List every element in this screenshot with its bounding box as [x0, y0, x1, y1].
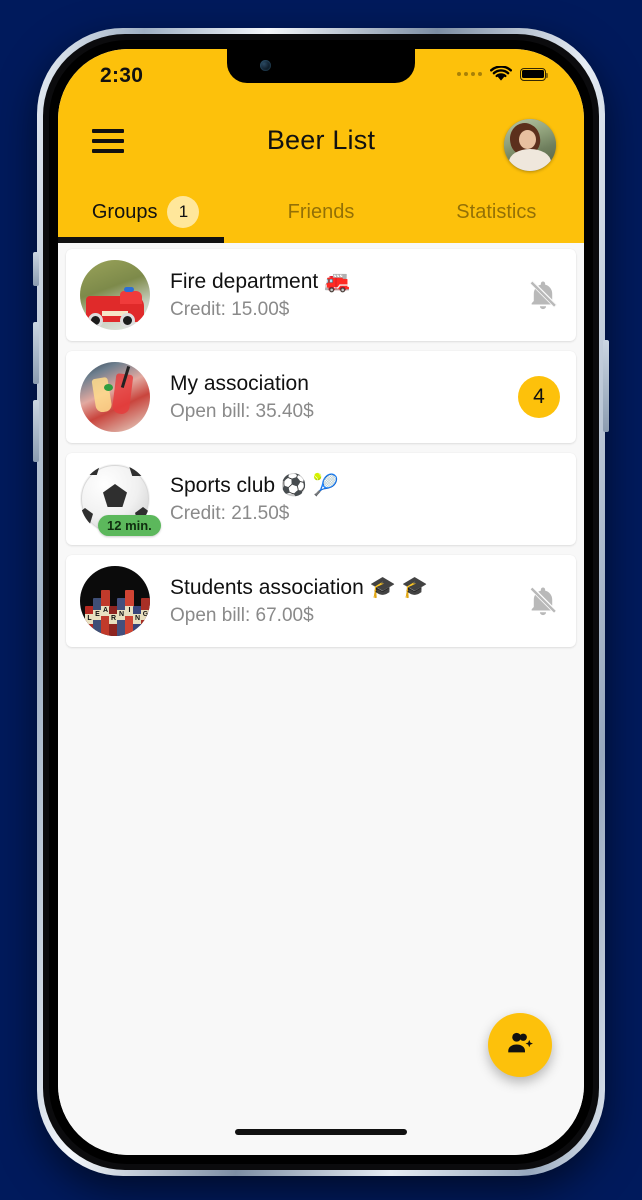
- list-item[interactable]: LEARNING Students association 🎓 🎓 Open b…: [66, 555, 576, 647]
- group-title: Fire department 🚒: [170, 269, 351, 293]
- bell-off-icon[interactable]: [526, 584, 560, 618]
- group-text: Students association 🎓 🎓 Open bill: 67.0…: [170, 576, 526, 627]
- status-icons: [457, 66, 549, 82]
- volume-down-button[interactable]: [33, 400, 39, 462]
- group-title: Students association 🎓 🎓: [170, 575, 428, 599]
- group-text: Fire department 🚒 Credit: 15.00$: [170, 270, 526, 321]
- wifi-icon: [490, 66, 512, 82]
- add-group-button[interactable]: [488, 1013, 552, 1077]
- front-camera-icon: [260, 60, 271, 71]
- group-thumbnail: LEARNING: [80, 566, 150, 636]
- cocktail-party-photo: [80, 362, 150, 432]
- status-time: 2:30: [100, 64, 144, 87]
- phone-screen: 2:30 Beer List Groups 1 Friends Statisti…: [58, 49, 584, 1155]
- group-thumbnail: [80, 260, 150, 330]
- books-photo: LEARNING: [80, 566, 150, 636]
- time-badge: 12 min.: [98, 515, 161, 536]
- tab-statistics[interactable]: Statistics: [409, 181, 584, 243]
- tab-statistics-label: Statistics: [456, 200, 537, 223]
- group-thumbnail: 12 min.: [80, 464, 161, 536]
- tab-friends-label: Friends: [287, 200, 355, 223]
- group-subtitle: Credit: 15.00$: [170, 298, 290, 320]
- app-bar: Beer List: [58, 111, 584, 177]
- tab-groups[interactable]: Groups 1: [58, 181, 233, 243]
- tab-friends[interactable]: Friends: [233, 181, 408, 243]
- group-subtitle: Open bill: 35.40$: [170, 400, 314, 422]
- volume-up-button[interactable]: [33, 322, 39, 384]
- list-item[interactable]: 12 min. Sports club ⚽ 🎾 Credit: 21.50$: [66, 453, 576, 545]
- tab-bar: Groups 1 Friends Statistics: [58, 181, 584, 243]
- tab-groups-label: Groups: [91, 200, 158, 223]
- group-subtitle: Open bill: 67.00$: [170, 604, 314, 626]
- battery-full-icon: [520, 67, 549, 81]
- group-title: Sports club ⚽ 🎾: [170, 473, 340, 497]
- avatar[interactable]: [504, 119, 556, 171]
- list-item[interactable]: My association Open bill: 35.40$ 4: [66, 351, 576, 443]
- tab-groups-count: 1: [167, 196, 200, 228]
- status-badge[interactable]: 4: [518, 376, 560, 418]
- group-thumbnail: [80, 362, 150, 432]
- group-text: Sports club ⚽ 🎾 Credit: 21.50$: [170, 474, 560, 525]
- bell-off-icon[interactable]: [526, 278, 560, 312]
- phone-notch: [227, 49, 415, 83]
- person-add-icon: [505, 1028, 535, 1063]
- list-item[interactable]: Fire department 🚒 Credit: 15.00$: [66, 249, 576, 341]
- group-subtitle: Credit: 21.50$: [170, 502, 290, 524]
- wallpaper: 2:30 Beer List Groups 1 Friends Statisti…: [0, 0, 642, 1200]
- fire-truck-photo: [80, 260, 150, 330]
- power-button[interactable]: [603, 340, 609, 432]
- mute-switch[interactable]: [33, 252, 39, 286]
- app-header: 2:30 Beer List Groups 1 Friends Statisti…: [58, 49, 584, 243]
- signal-dots-icon: [457, 72, 482, 76]
- group-text: My association Open bill: 35.40$: [170, 372, 518, 423]
- home-indicator: [235, 1129, 407, 1135]
- group-title: My association: [170, 371, 309, 395]
- book-letter: G: [141, 610, 150, 620]
